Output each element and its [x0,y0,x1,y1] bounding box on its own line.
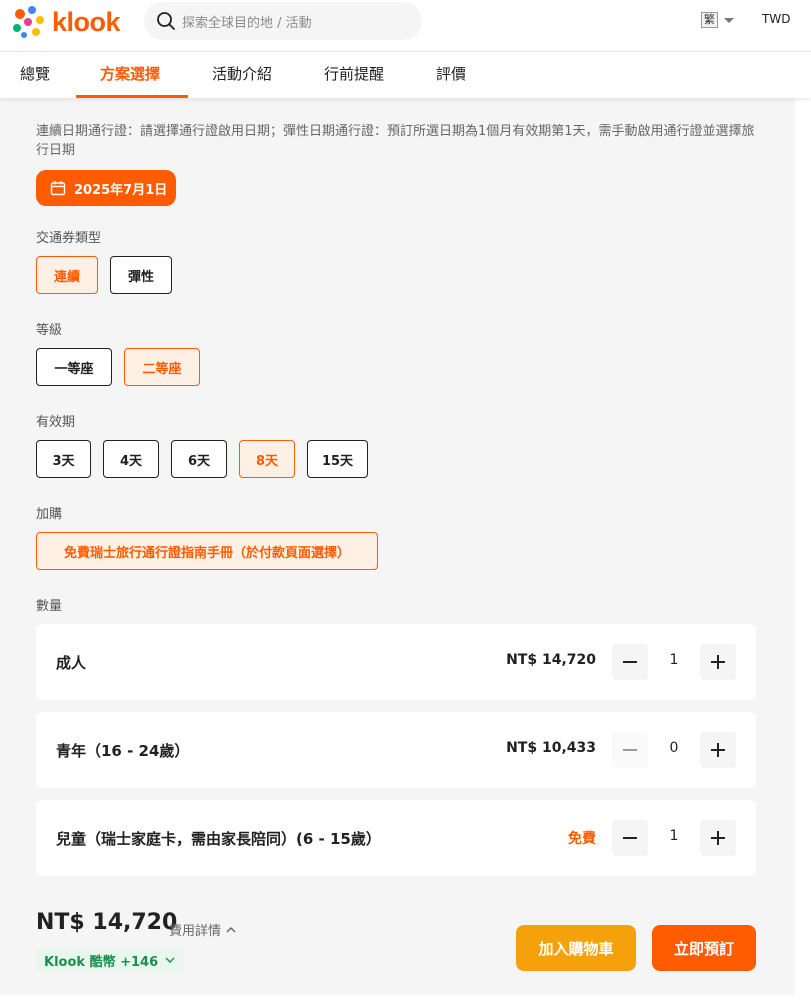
minus-icon [623,749,637,751]
tab-activity-intro[interactable]: 活動介紹 [212,52,272,98]
increase-button[interactable] [700,644,736,680]
language-selector[interactable]: 繁 [701,12,734,28]
top-bar: klook 探索全球目的地 / 活動 繁 TWD [0,0,811,52]
validity-option-6-days[interactable]: 6天 [171,440,227,478]
chevron-up-icon [226,926,236,932]
klook-coins-badge[interactable]: Klook 酷幣 +146 [36,948,185,972]
quantity-row-adult: 成人 NT$ 14,720 1 [36,624,756,700]
ticket-type-name: 青年（16 - 24歲） [56,742,190,760]
active-tab-indicator [76,95,188,98]
chevron-down-icon [165,957,175,963]
plus-icon [711,831,725,845]
plus-icon [711,655,725,669]
validity-option-4-days[interactable]: 4天 [103,440,159,478]
class-first[interactable]: 一等座 [36,348,112,386]
fee-details-toggle[interactable]: 費用詳情 [169,920,237,939]
ticket-type-name: 兒童（瑞士家庭卡，需由家長陪同）(6 - 15歲） [56,830,381,848]
pass-type-consecutive[interactable]: 連續 [36,256,98,294]
calendar-icon [50,181,66,196]
coins-label: Klook 酷幣 +146 [44,954,159,970]
search-bar[interactable]: 探索全球目的地 / 活動 [144,2,422,40]
minus-icon [623,837,637,839]
date-picker-button[interactable]: 2025年7月1日 [36,170,176,206]
class-label: 等級 [36,323,63,338]
decrease-button[interactable] [612,644,648,680]
add-to-cart-button[interactable]: 加入購物車 [516,925,636,971]
decrease-button[interactable] [612,732,648,768]
date-label: 2025年7月1日 [74,182,168,198]
search-placeholder: 探索全球目的地 / 活動 [182,15,312,31]
language-label: 繁 [701,12,718,28]
fee-details-label: 費用詳情 [169,924,222,939]
chevron-down-icon [724,17,734,23]
plus-icon [711,743,725,757]
pass-type-label: 交通券類型 [36,231,102,246]
total-price: NT$ 14,720 [36,910,178,935]
ticket-price: 免費 [568,831,596,847]
klook-logo-icon [13,6,44,38]
addon-label: 加購 [36,507,63,522]
tab-reminders[interactable]: 行前提醒 [324,52,384,98]
pass-type-flexi[interactable]: 彈性 [110,256,172,294]
book-now-button[interactable]: 立即預訂 [652,925,756,971]
pass-description: 連續日期通行證：請選擇通行證啟用日期；彈性日期通行證：預訂所選日期為1個月有效期… [36,124,755,158]
validity-label: 有效期 [36,415,76,430]
currency-label: TWD [762,12,791,26]
klook-logo[interactable]: klook [10,4,121,40]
quantity-row-youth: 青年（16 - 24歲） NT$ 10,433 0 [36,712,756,788]
increase-button[interactable] [700,820,736,856]
ticket-price: NT$ 14,720 [506,652,596,668]
quantity-value: 0 [669,740,679,756]
currency-selector[interactable]: TWD [762,12,790,26]
tab-reviews[interactable]: 評價 [436,52,466,98]
section-tabs: 總覽 方案選擇 活動介紹 行前提醒 評價 [0,52,811,98]
search-icon [157,12,175,30]
quantity-row-child: 兒童（瑞士家庭卡，需由家長陪同）(6 - 15歲） 免費 1 [36,800,756,876]
class-second[interactable]: 二等座 [124,348,200,386]
ticket-price: NT$ 10,433 [506,740,596,756]
tab-overview[interactable]: 總覽 [20,52,50,98]
quantity-value: 1 [669,652,679,668]
logo-text: klook [52,6,121,37]
minus-icon [623,661,637,663]
scrollbar[interactable] [795,98,811,1008]
validity-option-15-days[interactable]: 15天 [307,440,368,478]
validity-option-8-days[interactable]: 8天 [239,440,295,478]
quantity-label: 數量 [36,599,63,614]
decrease-button[interactable] [612,820,648,856]
increase-button[interactable] [700,732,736,768]
tab-options[interactable]: 方案選擇 [100,52,160,98]
addon-guidebook-option[interactable]: 免費瑞士旅行通行證指南手冊（於付款頁面選擇） [36,532,378,570]
quantity-value: 1 [669,828,679,844]
validity-option-3-days[interactable]: 3天 [36,440,91,478]
ticket-type-name: 成人 [56,654,87,672]
